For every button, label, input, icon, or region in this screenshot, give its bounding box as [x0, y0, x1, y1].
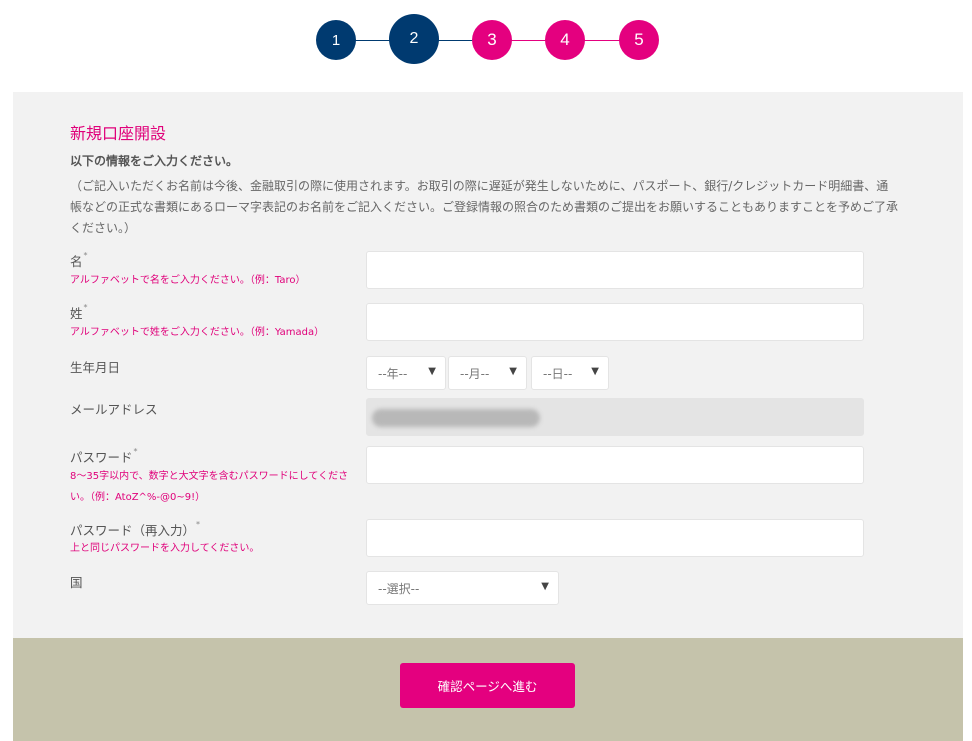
form-subtitle: 以下の情報をご入力ください。 [70, 154, 239, 168]
dropdown-arrow-icon: ▼ [509, 366, 517, 377]
password-label: パスワード* [70, 447, 138, 466]
step-connector-3-4 [510, 40, 550, 41]
required-mark: * [83, 251, 88, 260]
proceed-to-confirm-button[interactable]: 確認ページへ進む [400, 663, 575, 708]
password-confirm-label: パスワード（再入力）* [70, 520, 200, 539]
birth-day-select[interactable]: --日-- ▼ [531, 356, 609, 390]
birth-year-value: --年-- [378, 366, 408, 381]
birth-day-value: --日-- [543, 366, 573, 381]
form-footer: 確認ページへ進む [13, 638, 963, 741]
last-name-label: 姓* [70, 303, 88, 322]
password-confirm-hint: 上と同じパスワードを入力してください。 [70, 543, 260, 554]
password-input[interactable] [366, 446, 864, 484]
step-2-current: 2 [389, 14, 439, 64]
first-name-label-text: 名 [70, 254, 83, 269]
required-mark: * [133, 447, 138, 456]
step-1: 1 [316, 20, 356, 60]
redacted-email [372, 409, 540, 427]
progress-stepper: 1 2 3 4 5 [0, 0, 972, 92]
form-title: 新規口座開設 [70, 124, 167, 143]
step-connector-1-2 [354, 40, 394, 41]
step-connector-2-3 [436, 40, 476, 41]
step-connector-4-5 [584, 40, 624, 41]
first-name-hint: アルファベットで名をご入力ください。（例：Taro） [70, 275, 306, 286]
birthdate-label: 生年月日 [70, 360, 121, 375]
first-name-input[interactable] [366, 251, 864, 289]
first-name-label: 名* [70, 251, 88, 270]
dropdown-arrow-icon: ▼ [541, 581, 549, 592]
password-confirm-label-text: パスワード（再入力） [70, 523, 196, 538]
step-5: 5 [619, 20, 659, 60]
country-label: 国 [70, 575, 83, 590]
last-name-hint: アルファベットで姓をご入力ください。（例：Yamada） [70, 327, 325, 338]
password-label-text: パスワード [70, 450, 133, 465]
dropdown-arrow-icon: ▼ [591, 366, 599, 377]
last-name-input[interactable] [366, 303, 864, 341]
password-confirm-input[interactable] [366, 519, 864, 557]
step-3: 3 [472, 20, 512, 60]
registration-form-panel: 新規口座開設 以下の情報をご入力ください。 （ご記入いただくお名前は今後、金融取… [13, 92, 963, 638]
country-select[interactable]: --選択-- ▼ [366, 571, 559, 605]
dropdown-arrow-icon: ▼ [428, 366, 436, 377]
required-mark: * [196, 520, 201, 529]
password-hint: 8～35字以内で、数字と大文字を含むパスワードにしてください。（例：AtoZ^%… [70, 471, 349, 503]
birth-year-select[interactable]: --年-- ▼ [366, 356, 446, 390]
email-input-disabled [366, 398, 864, 436]
email-label: メールアドレス [70, 402, 158, 417]
name-notice: （ご記入いただくお名前は今後、金融取引の際に使用されます。お取引の際に遅延が発生… [70, 179, 899, 235]
birth-month-value: --月-- [460, 366, 490, 381]
birth-month-select[interactable]: --月-- ▼ [448, 356, 527, 390]
step-4: 4 [545, 20, 585, 60]
last-name-label-text: 姓 [70, 306, 83, 321]
required-mark: * [83, 303, 88, 312]
country-selected-value: --選択-- [378, 581, 420, 596]
